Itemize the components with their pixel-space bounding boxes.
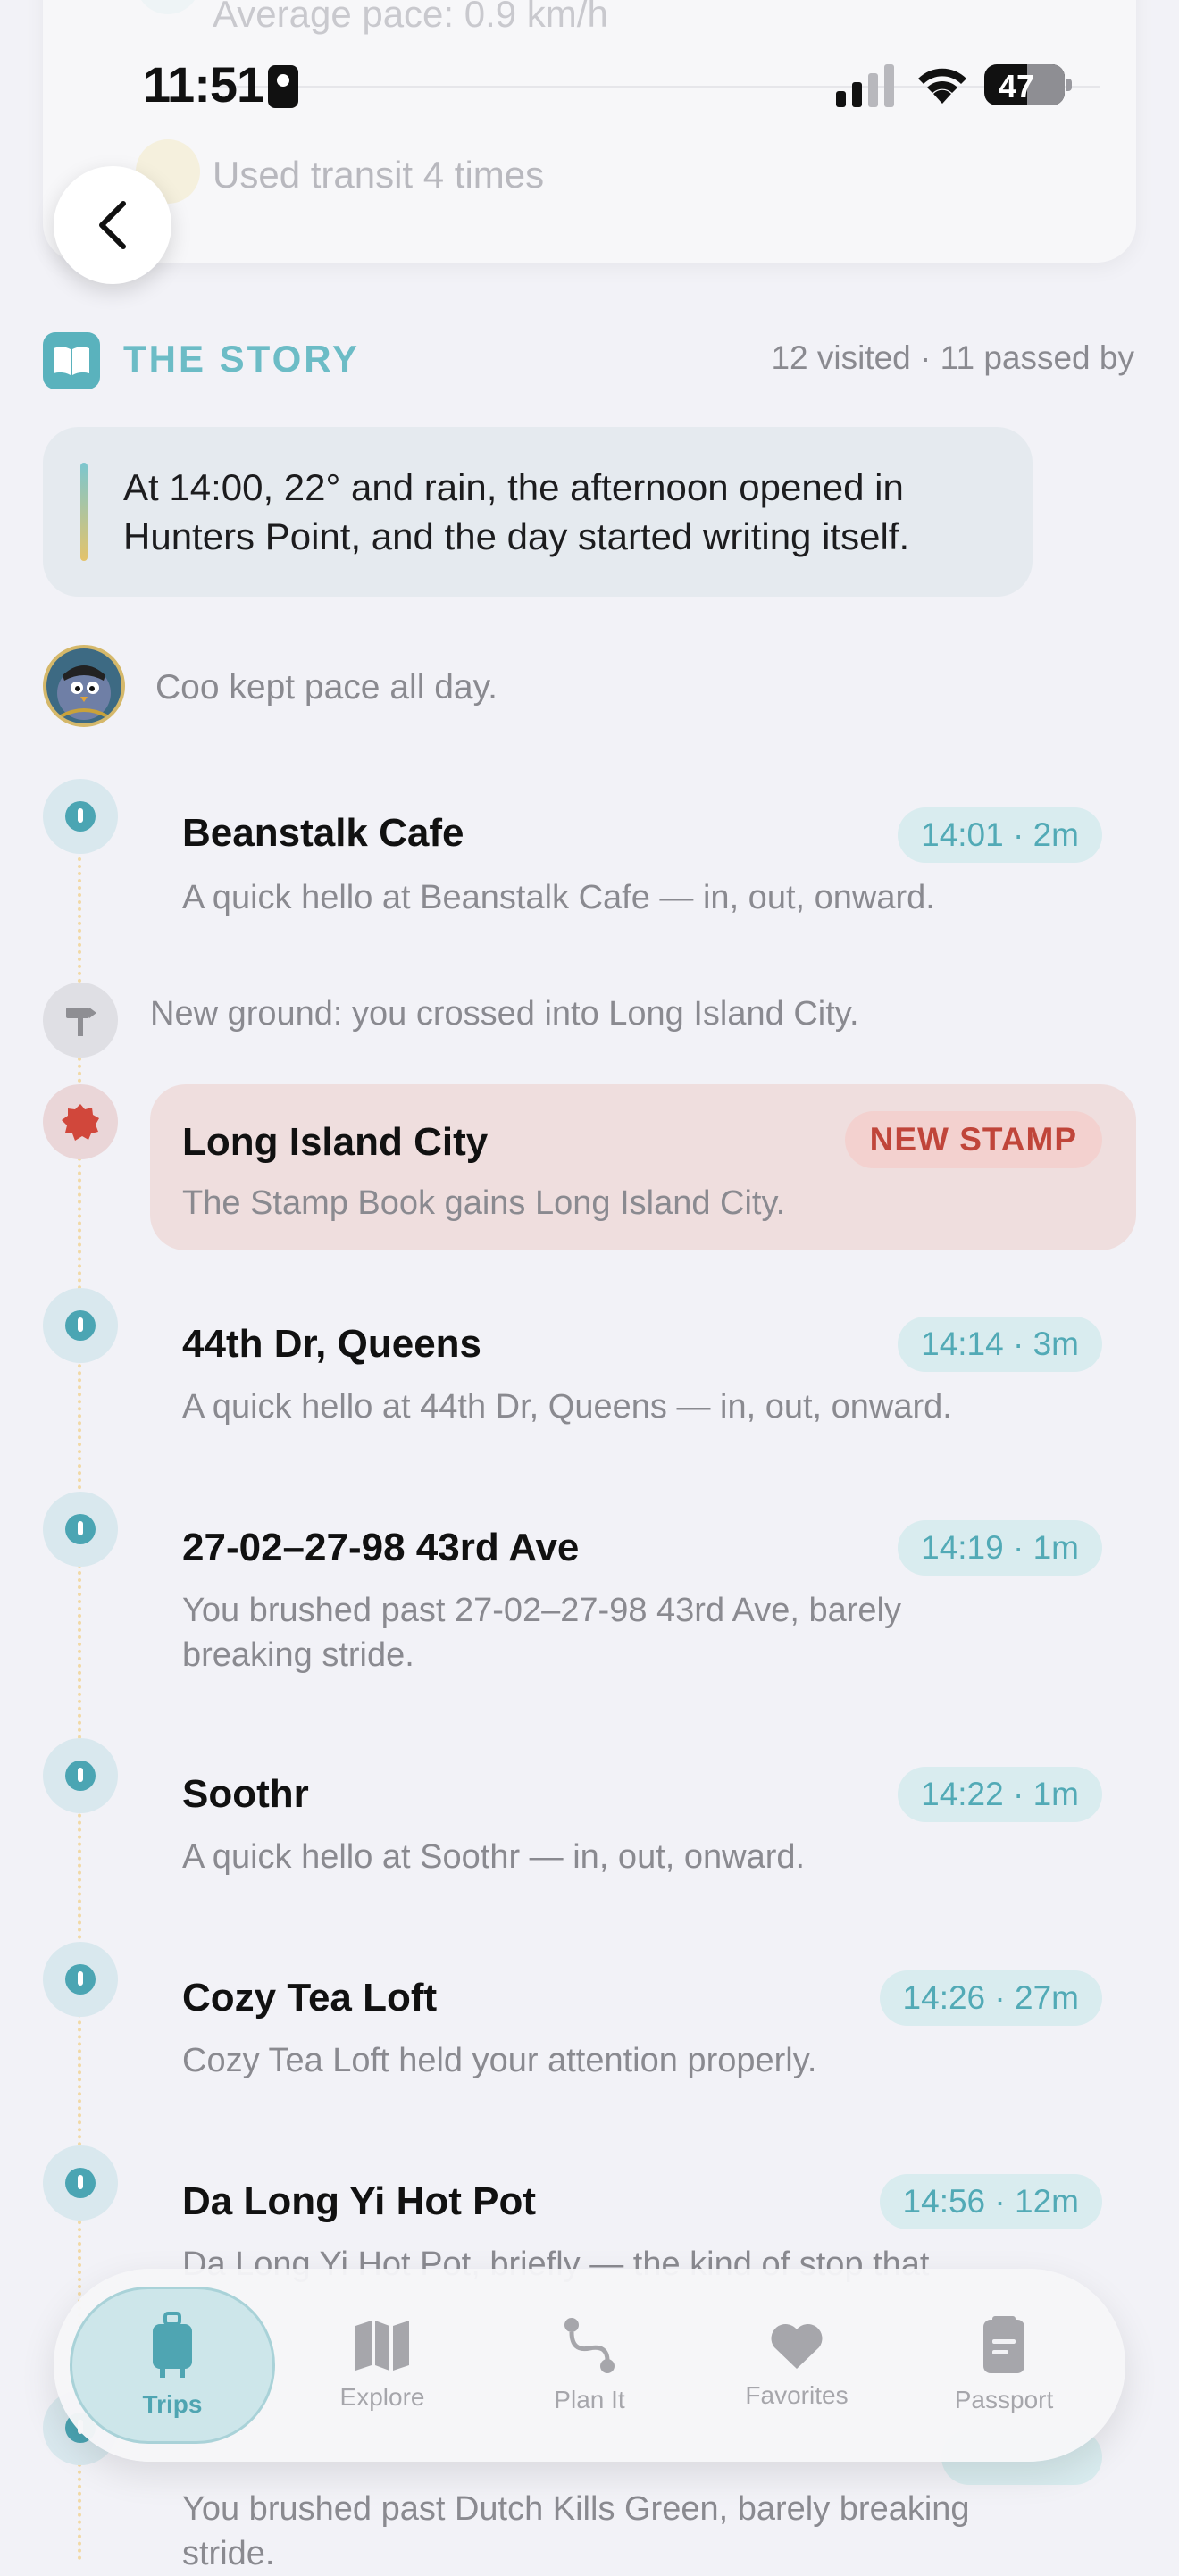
place-pin-icon (43, 1288, 118, 1363)
status-time: 11:51 (143, 56, 264, 113)
wifi-icon (918, 68, 966, 104)
tab-label: Trips (142, 2390, 203, 2418)
transit-text: Used transit 4 times (213, 154, 545, 196)
tab-favorites[interactable]: Favorites (698, 2287, 895, 2444)
route-icon (564, 2318, 615, 2373)
companion-text: Coo kept pace all day. (155, 668, 498, 707)
bottom-tab-bar: Trips Explore Plan It Favorites Passport (54, 2269, 1125, 2462)
entry-description: Cozy Tea Loft held your attention proper… (182, 2042, 817, 2079)
tab-label: Plan It (554, 2386, 625, 2413)
entry-title[interactable]: Soothr (182, 1772, 309, 1817)
entry-description: A quick hello at Soothr — in, out, onwar… (182, 1838, 806, 1876)
time-badge: 14:14 · 3m (898, 1317, 1102, 1372)
time-badge: 14:01 · 2m (898, 807, 1102, 863)
tab-plan-it[interactable]: Plan It (491, 2287, 688, 2444)
heart-icon (771, 2323, 823, 2369)
story-title: THE STORY (123, 338, 361, 380)
place-pin-icon (43, 1492, 118, 1567)
chevron-left-icon (99, 201, 126, 249)
new-stamp-badge: NEW STAMP (844, 1111, 1102, 1168)
tab-label: Passport (954, 2386, 1054, 2413)
signpost-icon (43, 983, 118, 1058)
map-icon (355, 2321, 409, 2371)
battery-nub (1066, 79, 1072, 91)
pace-icon (136, 0, 200, 14)
stamp-title: Long Island City (182, 1120, 489, 1164)
tab-label: Favorites (745, 2381, 849, 2409)
entry-title[interactable]: Cozy Tea Loft (182, 1976, 437, 2020)
tab-explore[interactable]: Explore (284, 2287, 481, 2444)
battery-level: 47 (999, 68, 1035, 105)
stamp-icon (43, 1084, 118, 1159)
contact-badge-icon (268, 65, 298, 108)
entry-title[interactable]: Da Long Yi Hot Pot (182, 2179, 536, 2224)
place-pin-icon (43, 779, 118, 854)
entry-title[interactable]: 27-02–27-98 43rd Ave (182, 1526, 579, 1570)
time-badge: 14:26 · 27m (879, 1970, 1102, 2026)
average-pace-text: Average pace: 0.9 km/h (213, 0, 608, 35)
companion-avatar (43, 645, 125, 727)
passport-icon (983, 2316, 1024, 2373)
stamp-description: The Stamp Book gains Long Island City. (182, 1184, 786, 1222)
place-pin-icon (43, 1738, 118, 1813)
book-icon (43, 332, 100, 389)
back-button[interactable] (54, 166, 171, 284)
entry-description: You brushed past Dutch Kills Green, bare… (182, 2490, 970, 2572)
intro-accent-bar (80, 463, 88, 561)
time-badge: 14:22 · 1m (898, 1767, 1102, 1822)
entry-title[interactable]: Beanstalk Cafe (182, 811, 464, 856)
entry-description: A quick hello at 44th Dr, Queens — in, o… (182, 1388, 952, 1426)
trip-stats-card: Average pace: 0.9 km/h Used transit 4 ti… (43, 0, 1136, 263)
time-badge: 14:19 · 1m (898, 1520, 1102, 1576)
entry-description: A quick hello at Beanstalk Cafe — in, ou… (182, 879, 935, 916)
suitcase-icon (153, 2312, 192, 2378)
entry-title[interactable]: 44th Dr, Queens (182, 1322, 481, 1367)
cellular-signal-icon (836, 64, 894, 107)
story-intro-card: At 14:00, 22° and rain, the afternoon op… (43, 427, 1033, 597)
story-intro-text: At 14:00, 22° and rain, the afternoon op… (123, 466, 910, 557)
place-pin-icon (43, 2145, 118, 2221)
tab-label: Explore (339, 2383, 425, 2411)
place-pin-icon (43, 1942, 118, 2017)
new-ground-text: New ground: you crossed into Long Island… (150, 995, 859, 1033)
time-badge: 14:56 · 12m (879, 2174, 1102, 2229)
tab-trips[interactable]: Trips (70, 2287, 275, 2444)
battery-icon: 47 (984, 64, 1065, 105)
tab-passport[interactable]: Passport (906, 2287, 1102, 2444)
story-counts: 12 visited · 11 passed by (771, 339, 1134, 376)
entry-description: You brushed past 27-02–27-98 43rd Ave, b… (182, 1592, 901, 1674)
